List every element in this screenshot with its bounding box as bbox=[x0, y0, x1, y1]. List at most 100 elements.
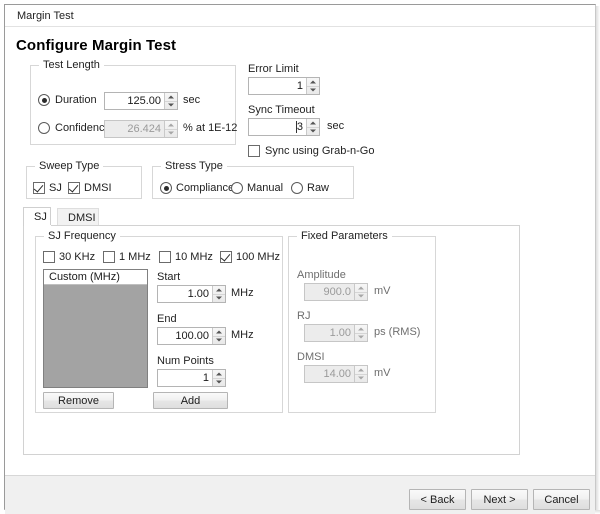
confidence-unit: % at 1E-12 bbox=[183, 122, 238, 134]
error-limit-spin-up-icon[interactable] bbox=[307, 78, 319, 87]
remove-button[interactable]: Remove bbox=[43, 392, 114, 409]
sweep-type-sj-checkbox[interactable] bbox=[33, 182, 45, 194]
end-spin-down-icon[interactable] bbox=[213, 337, 225, 345]
sj-freq-100mhz-label: 100 MHz bbox=[236, 251, 281, 263]
amplitude-spin-down-icon bbox=[355, 293, 367, 301]
sj-freq-10mhz-checkbox[interactable] bbox=[159, 251, 171, 263]
remove-button-label: Remove bbox=[58, 394, 99, 407]
sync-timeout-label: Sync Timeout bbox=[248, 104, 315, 116]
amplitude-spin-up-icon bbox=[355, 284, 367, 293]
end-unit: MHz bbox=[231, 329, 254, 341]
sync-grab-n-go-label: Sync using Grab-n-Go bbox=[265, 145, 375, 157]
stress-type-manual-label: Manual bbox=[247, 182, 284, 194]
tab-panel-seam bbox=[24, 225, 51, 226]
error-limit-spinner[interactable] bbox=[306, 78, 319, 94]
rj-spin-down-icon bbox=[355, 334, 367, 342]
dmsi-value: 14.00 bbox=[323, 368, 351, 380]
stress-type-raw-label: Raw bbox=[307, 182, 330, 194]
window-shadow-right bbox=[596, 6, 600, 510]
error-limit-value: 1 bbox=[296, 80, 303, 92]
sync-timeout-unit: sec bbox=[327, 120, 345, 132]
amplitude-spinner bbox=[354, 284, 367, 300]
duration-spin-down-icon[interactable] bbox=[165, 102, 177, 110]
start-spin-down-icon[interactable] bbox=[213, 295, 225, 303]
next-button[interactable]: Next > bbox=[471, 489, 528, 510]
add-button-label: Add bbox=[180, 394, 201, 407]
stress-type-compliance-label: Compliance bbox=[176, 182, 235, 194]
start-spin-up-icon[interactable] bbox=[213, 286, 225, 295]
dmsi-label: DMSI bbox=[297, 351, 325, 363]
confidence-radio[interactable] bbox=[38, 122, 50, 134]
duration-spinner[interactable] bbox=[164, 93, 177, 109]
duration-input[interactable]: 125.00 bbox=[104, 92, 178, 110]
num-points-input[interactable]: 1 bbox=[157, 369, 226, 387]
confidence-spin-down-icon bbox=[165, 130, 177, 138]
custom-frequency-listbox[interactable]: Custom (MHz) bbox=[43, 269, 148, 388]
window-frame: Margin Test Configure Margin Test Test L… bbox=[4, 4, 596, 514]
duration-unit: sec bbox=[183, 94, 201, 106]
tab-dmsi-label: DMSI bbox=[68, 212, 96, 224]
sync-grab-n-go-checkbox[interactable] bbox=[248, 145, 260, 157]
sweep-type-dmsi-label: DMSI bbox=[84, 182, 112, 194]
num-points-label: Num Points bbox=[157, 355, 214, 367]
stress-type-legend: Stress Type bbox=[161, 160, 227, 172]
num-points-spin-down-icon[interactable] bbox=[213, 379, 225, 387]
confidence-spinner bbox=[164, 121, 177, 137]
duration-radio[interactable] bbox=[38, 94, 50, 106]
margin-test-window: Margin Test Configure Margin Test Test L… bbox=[0, 0, 600, 514]
sweep-type-dmsi-checkbox[interactable] bbox=[68, 182, 80, 194]
sj-freq-10mhz-label: 10 MHz bbox=[175, 251, 213, 263]
sweep-type-legend: Sweep Type bbox=[35, 160, 104, 172]
end-spin-up-icon[interactable] bbox=[213, 328, 225, 337]
sj-freq-30khz-checkbox[interactable] bbox=[43, 251, 55, 263]
end-input[interactable]: 100.00 bbox=[157, 327, 226, 345]
duration-label: Duration bbox=[55, 94, 97, 106]
num-points-spinner[interactable] bbox=[212, 370, 225, 386]
test-length-legend: Test Length bbox=[39, 59, 104, 71]
start-spinner[interactable] bbox=[212, 286, 225, 302]
num-points-value: 1 bbox=[202, 372, 209, 384]
add-button[interactable]: Add bbox=[153, 392, 228, 409]
stress-type-raw-radio[interactable] bbox=[291, 182, 303, 194]
cancel-button[interactable]: Cancel bbox=[533, 489, 590, 510]
end-spinner[interactable] bbox=[212, 328, 225, 344]
confidence-spin-up-icon bbox=[165, 121, 177, 130]
sj-freq-1mhz-checkbox[interactable] bbox=[103, 251, 115, 263]
sync-timeout-spin-down-icon[interactable] bbox=[307, 128, 319, 136]
fixed-parameters-legend: Fixed Parameters bbox=[297, 230, 392, 242]
sj-frequency-legend: SJ Frequency bbox=[44, 230, 120, 242]
window-title: Margin Test bbox=[17, 10, 74, 22]
back-button[interactable]: < Back bbox=[409, 489, 466, 510]
sj-freq-30khz-label: 30 KHz bbox=[59, 251, 96, 263]
error-limit-spin-down-icon[interactable] bbox=[307, 87, 319, 95]
next-button-label: Next > bbox=[483, 493, 516, 506]
dmsi-input: 14.00 bbox=[304, 365, 368, 383]
amplitude-value: 900.0 bbox=[323, 286, 351, 298]
end-value: 100.00 bbox=[175, 330, 209, 342]
sj-freq-100mhz-checkbox[interactable] bbox=[220, 251, 232, 263]
num-points-spin-up-icon[interactable] bbox=[213, 370, 225, 379]
dmsi-spinner bbox=[354, 366, 367, 382]
rj-unit: ps (RMS) bbox=[374, 326, 421, 338]
start-input[interactable]: 1.00 bbox=[157, 285, 226, 303]
rj-label: RJ bbox=[297, 310, 311, 322]
dmsi-unit: mV bbox=[374, 367, 391, 379]
duration-spin-up-icon[interactable] bbox=[165, 93, 177, 102]
stress-type-manual-radio[interactable] bbox=[231, 182, 243, 194]
sj-freq-1mhz-label: 1 MHz bbox=[119, 251, 151, 263]
error-limit-input[interactable]: 1 bbox=[248, 77, 320, 95]
error-limit-label: Error Limit bbox=[248, 63, 299, 75]
sync-timeout-spin-up-icon[interactable] bbox=[307, 119, 319, 128]
back-button-label: < Back bbox=[420, 493, 455, 506]
confidence-value: 26.424 bbox=[127, 123, 161, 135]
start-value: 1.00 bbox=[187, 288, 209, 300]
dmsi-spin-up-icon bbox=[355, 366, 367, 375]
tab-dmsi[interactable]: DMSI bbox=[57, 208, 99, 226]
tab-sj[interactable]: SJ bbox=[23, 207, 51, 226]
sync-timeout-spinner[interactable] bbox=[306, 119, 319, 135]
sync-timeout-input[interactable]: 3 bbox=[248, 118, 320, 136]
start-label: Start bbox=[157, 271, 181, 283]
confidence-input: 26.424 bbox=[104, 120, 178, 138]
title-bar: Margin Test bbox=[5, 5, 595, 27]
stress-type-compliance-radio[interactable] bbox=[160, 182, 172, 194]
